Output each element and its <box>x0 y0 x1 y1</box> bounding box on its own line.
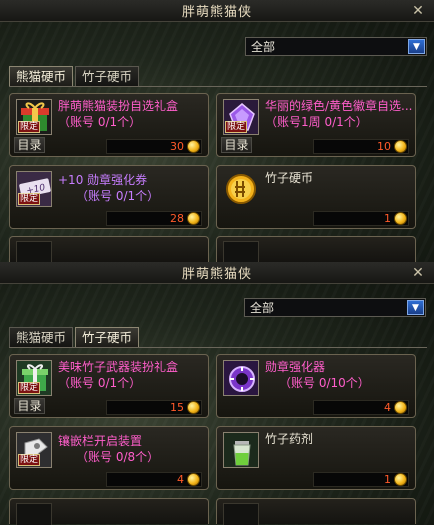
tab-bamboo-coin[interactable]: 竹子硬币 <box>75 66 140 86</box>
shop-window-bamboo-coin: 胖萌熊猫侠 ✕ 全部 ▼ 熊猫硬币 竹子硬币 限定 美味竹子武器装扮礼盒 （账号… <box>0 262 434 525</box>
item-price: 10 <box>377 140 391 153</box>
shop-item-card[interactable]: 限定 胖萌熊猫装扮自选礼盒 （账号 0/1个） 目录 30 <box>9 93 209 157</box>
item-name: +10 勋章强化券 （账号 0/1个） <box>58 173 160 203</box>
item-limit: （账号 0/8个） <box>76 450 160 464</box>
price-box: 30 <box>106 139 202 154</box>
gold-coin-icon <box>394 140 407 153</box>
shop-window-panda-coin: 胖萌熊猫侠 ✕ 全部 ▼ 熊猫硬币 竹子硬币 限定 胖萌熊猫装扮自选礼盒 （账号… <box>0 0 434 262</box>
shop-item-card[interactable]: +10 限定 +10 勋章强化券 （账号 0/1个） 28 <box>9 165 209 229</box>
tab-divider <box>9 86 427 87</box>
filter-dropdown[interactable]: 全部 ▼ <box>244 298 426 317</box>
gift-box-icon[interactable]: 限定 <box>16 99 52 135</box>
shop-item-card[interactable]: 限定 华丽的绿色/黄色徽章自选... （账号1周 0/1个） 目录 10 <box>216 93 416 157</box>
item-limit: （账号1周 0/1个） <box>265 115 368 129</box>
limited-badge: 限定 <box>18 382 41 394</box>
shop-item-card-partial <box>9 498 209 525</box>
purple-gem-icon[interactable]: 限定 <box>223 99 259 135</box>
gold-coin-icon <box>187 140 200 153</box>
item-price: 4 <box>177 473 184 486</box>
bamboo-coin-icon[interactable] <box>223 171 259 207</box>
potion-icon[interactable] <box>223 432 259 468</box>
shop-item-card[interactable]: 竹子硬币 1 <box>216 165 416 229</box>
limited-badge: 限定 <box>18 193 41 205</box>
shop-item-card[interactable]: 竹子药剂 1 <box>216 426 416 490</box>
catalog-button[interactable]: 目录 <box>221 137 252 153</box>
catalog-button[interactable]: 目录 <box>14 137 45 153</box>
window-title: 胖萌熊猫侠 <box>181 5 252 20</box>
item-price: 1 <box>384 212 391 225</box>
shop-item-card[interactable]: 勋章强化器 （账号 0/10个） 4 <box>216 354 416 418</box>
shop-item-card[interactable]: 限定 美味竹子武器装扮礼盒 （账号 0/1个） 目录 15 <box>9 354 209 418</box>
item-price: 15 <box>170 401 184 414</box>
item-limit: （账号 0/10个） <box>279 376 370 390</box>
shop-item-card[interactable]: 限定 镶嵌栏开启装置 （账号 0/8个） 4 <box>9 426 209 490</box>
limited-badge: 限定 <box>225 121 248 133</box>
gold-coin-icon <box>394 212 407 225</box>
item-name: 胖萌熊猫装扮自选礼盒 （账号 0/1个） <box>58 99 179 129</box>
tab-panda-coin[interactable]: 熊猫硬币 <box>9 327 74 347</box>
item-price: 28 <box>170 212 184 225</box>
ticket-icon[interactable]: +10 限定 <box>16 171 52 207</box>
limited-badge: 限定 <box>18 454 41 466</box>
gold-coin-icon <box>187 473 200 486</box>
limited-badge: 限定 <box>18 121 41 133</box>
tab-panda-coin[interactable]: 熊猫硬币 <box>9 66 74 86</box>
close-button[interactable]: ✕ <box>410 3 426 19</box>
close-button[interactable]: ✕ <box>410 265 426 281</box>
item-limit: （账号 0/1个） <box>76 189 160 203</box>
bamboo-gift-icon[interactable]: 限定 <box>16 360 52 396</box>
filter-dropdown[interactable]: 全部 ▼ <box>245 37 427 56</box>
item-name: 镶嵌栏开启装置 （账号 0/8个） <box>58 434 160 464</box>
item-name: 美味竹子武器装扮礼盒 （账号 0/1个） <box>58 360 179 390</box>
gold-coin-icon <box>187 401 200 414</box>
filter-selected-value: 全部 <box>251 40 276 54</box>
price-box: 1 <box>313 211 409 226</box>
price-box: 28 <box>106 211 202 226</box>
title-bar[interactable]: 胖萌熊猫侠 ✕ <box>0 0 434 22</box>
medal-enhancer-icon[interactable] <box>223 360 259 396</box>
window-title: 胖萌熊猫侠 <box>181 267 252 282</box>
gold-coin-icon <box>187 212 200 225</box>
gold-coin-icon <box>394 401 407 414</box>
price-box: 15 <box>106 400 202 415</box>
socket-opener-icon[interactable]: 限定 <box>16 432 52 468</box>
shop-item-card-partial <box>216 498 416 525</box>
item-name: 华丽的绿色/黄色徽章自选... （账号1周 0/1个） <box>265 99 413 129</box>
filter-selected-value: 全部 <box>250 301 275 315</box>
item-price: 4 <box>384 401 391 414</box>
title-bar[interactable]: 胖萌熊猫侠 ✕ <box>0 262 434 284</box>
shop-item-card-partial <box>9 236 209 262</box>
shop-item-card-partial <box>216 236 416 262</box>
tab-divider <box>9 347 427 348</box>
item-name: 竹子硬币 <box>265 171 314 185</box>
item-price: 30 <box>170 140 184 153</box>
item-name: 竹子药剂 <box>265 432 314 446</box>
gold-coin-icon <box>394 473 407 486</box>
item-limit: （账号 0/1个） <box>58 115 142 129</box>
price-box: 4 <box>313 400 409 415</box>
chevron-down-icon[interactable]: ▼ <box>407 300 424 315</box>
catalog-button[interactable]: 目录 <box>14 398 45 414</box>
chevron-down-icon[interactable]: ▼ <box>408 39 425 54</box>
item-limit: （账号 0/1个） <box>58 376 142 390</box>
item-name: 勋章强化器 （账号 0/10个） <box>265 360 370 390</box>
item-price: 1 <box>384 473 391 486</box>
price-box: 4 <box>106 472 202 487</box>
price-box: 1 <box>313 472 409 487</box>
price-box: 10 <box>313 139 409 154</box>
tab-bamboo-coin[interactable]: 竹子硬币 <box>75 327 140 347</box>
